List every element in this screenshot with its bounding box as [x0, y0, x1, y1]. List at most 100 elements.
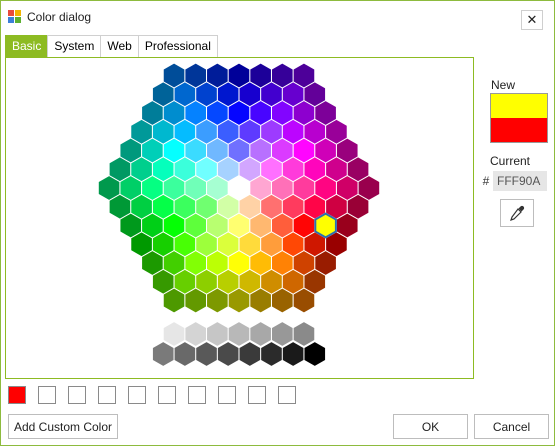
grayscale-color-cell[interactable]: [185, 322, 206, 346]
palette-color-cell[interactable]: [163, 138, 185, 163]
palette-color-cell[interactable]: [207, 101, 228, 125]
palette-color-cell[interactable]: [304, 119, 326, 144]
palette-color-cell[interactable]: [163, 63, 185, 88]
palette-color-cell[interactable]: [196, 157, 217, 182]
palette-color-cell[interactable]: [250, 63, 271, 88]
eyedropper-button[interactable]: [500, 199, 534, 227]
palette-color-cell[interactable]: [217, 269, 239, 294]
palette-color-cell[interactable]: [207, 288, 228, 313]
tab-system[interactable]: System: [47, 35, 102, 58]
palette-color-cell[interactable]: [120, 176, 142, 200]
palette-color-cell[interactable]: [250, 138, 271, 163]
palette-color-cell[interactable]: [293, 101, 315, 125]
palette-color-cell[interactable]: [250, 213, 271, 238]
custom-color-swatch[interactable]: [98, 386, 116, 404]
add-custom-color-button[interactable]: Add Custom Color: [8, 414, 118, 439]
palette-color-cell[interactable]: [228, 176, 250, 200]
palette-color-cell[interactable]: [98, 176, 120, 200]
palette-color-cell[interactable]: [174, 269, 196, 294]
palette-color-cell[interactable]: [131, 232, 152, 257]
palette-color-cell[interactable]: [142, 176, 163, 200]
custom-color-swatch[interactable]: [188, 386, 206, 404]
custom-color-swatch[interactable]: [248, 386, 266, 404]
palette-color-cell[interactable]: [217, 119, 239, 144]
palette-color-cell[interactable]: [315, 138, 336, 163]
grayscale-color-cell[interactable]: [174, 342, 196, 366]
palette-color-cell[interactable]: [272, 138, 293, 163]
custom-color-swatch[interactable]: [38, 386, 56, 404]
palette-color-cell[interactable]: [109, 194, 131, 219]
palette-color-cell[interactable]: [228, 288, 250, 313]
grayscale-color-cell[interactable]: [250, 322, 271, 346]
palette-color-cell[interactable]: [272, 101, 293, 125]
grayscale-color-cell[interactable]: [282, 342, 304, 366]
palette-color-cell[interactable]: [185, 63, 206, 88]
grayscale-color-cell[interactable]: [261, 342, 282, 366]
palette-color-cell[interactable]: [185, 138, 206, 163]
grayscale-color-cell[interactable]: [239, 342, 261, 366]
palette-color-cell[interactable]: [196, 194, 217, 219]
palette-color-cell[interactable]: [304, 269, 326, 294]
palette-color-cell[interactable]: [163, 251, 185, 275]
close-button[interactable]: ✕: [521, 10, 543, 30]
palette-color-cell[interactable]: [196, 232, 217, 257]
palette-color-cell[interactable]: [282, 194, 304, 219]
palette-color-cell[interactable]: [347, 194, 369, 219]
palette-color-cell[interactable]: [282, 157, 304, 182]
palette-color-cell[interactable]: [174, 232, 196, 257]
palette-color-cell[interactable]: [217, 157, 239, 182]
palette-color-cell[interactable]: [152, 232, 174, 257]
grayscale-color-cell[interactable]: [207, 322, 228, 346]
palette-color-cell[interactable]: [174, 194, 196, 219]
palette-color-cell[interactable]: [163, 213, 185, 238]
palette-color-cell[interactable]: [152, 157, 174, 182]
palette-color-cell[interactable]: [131, 194, 152, 219]
palette-color-cell[interactable]: [261, 82, 282, 107]
palette-color-cell[interactable]: [272, 251, 293, 275]
custom-color-swatch[interactable]: [8, 386, 26, 404]
palette-color-cell[interactable]: [326, 119, 347, 144]
cancel-button[interactable]: Cancel: [474, 414, 549, 439]
palette-color-cell[interactable]: [250, 288, 271, 313]
hex-input[interactable]: [493, 171, 547, 191]
palette-color-cell[interactable]: [131, 119, 152, 144]
palette-color-cell[interactable]: [336, 138, 358, 163]
palette-color-cell[interactable]: [282, 232, 304, 257]
custom-color-swatch[interactable]: [128, 386, 146, 404]
ok-button[interactable]: OK: [393, 414, 468, 439]
palette-color-cell[interactable]: [152, 269, 174, 294]
palette-color-cell[interactable]: [120, 138, 142, 163]
palette-color-cell[interactable]: [272, 176, 293, 200]
palette-color-cell[interactable]: [196, 82, 217, 107]
palette-color-cell[interactable]: [326, 157, 347, 182]
palette-color-cell[interactable]: [228, 101, 250, 125]
palette-color-cell[interactable]: [261, 269, 282, 294]
grayscale-color-cell[interactable]: [228, 322, 250, 346]
palette-color-cell[interactable]: [239, 119, 261, 144]
palette-color-cell[interactable]: [336, 176, 358, 200]
palette-color-cell[interactable]: [315, 251, 336, 275]
palette-color-cell[interactable]: [304, 82, 326, 107]
custom-color-swatch[interactable]: [278, 386, 296, 404]
palette-color-cell[interactable]: [207, 63, 228, 88]
palette-color-cell[interactable]: [120, 213, 142, 238]
palette-color-cell[interactable]: [152, 194, 174, 219]
tab-web[interactable]: Web: [100, 35, 139, 58]
palette-color-cell[interactable]: [196, 269, 217, 294]
custom-color-swatch[interactable]: [158, 386, 176, 404]
palette-color-cell[interactable]: [109, 157, 131, 182]
palette-color-cell[interactable]: [347, 157, 369, 182]
palette-color-cell[interactable]: [217, 82, 239, 107]
palette-color-cell[interactable]: [358, 176, 380, 200]
palette-color-cell[interactable]: [142, 138, 163, 163]
palette-color-cell[interactable]: [185, 288, 206, 313]
palette-color-cell[interactable]: [207, 176, 228, 200]
tab-professional[interactable]: Professional: [137, 35, 218, 58]
palette-color-cell[interactable]: [272, 213, 293, 238]
palette-color-cell[interactable]: [293, 63, 315, 88]
palette-color-cell[interactable]: [174, 82, 196, 107]
palette-color-cell[interactable]: [250, 251, 271, 275]
palette-color-cell[interactable]: [207, 138, 228, 163]
palette-color-cell[interactable]: [282, 82, 304, 107]
palette-color-cell[interactable]: [261, 232, 282, 257]
